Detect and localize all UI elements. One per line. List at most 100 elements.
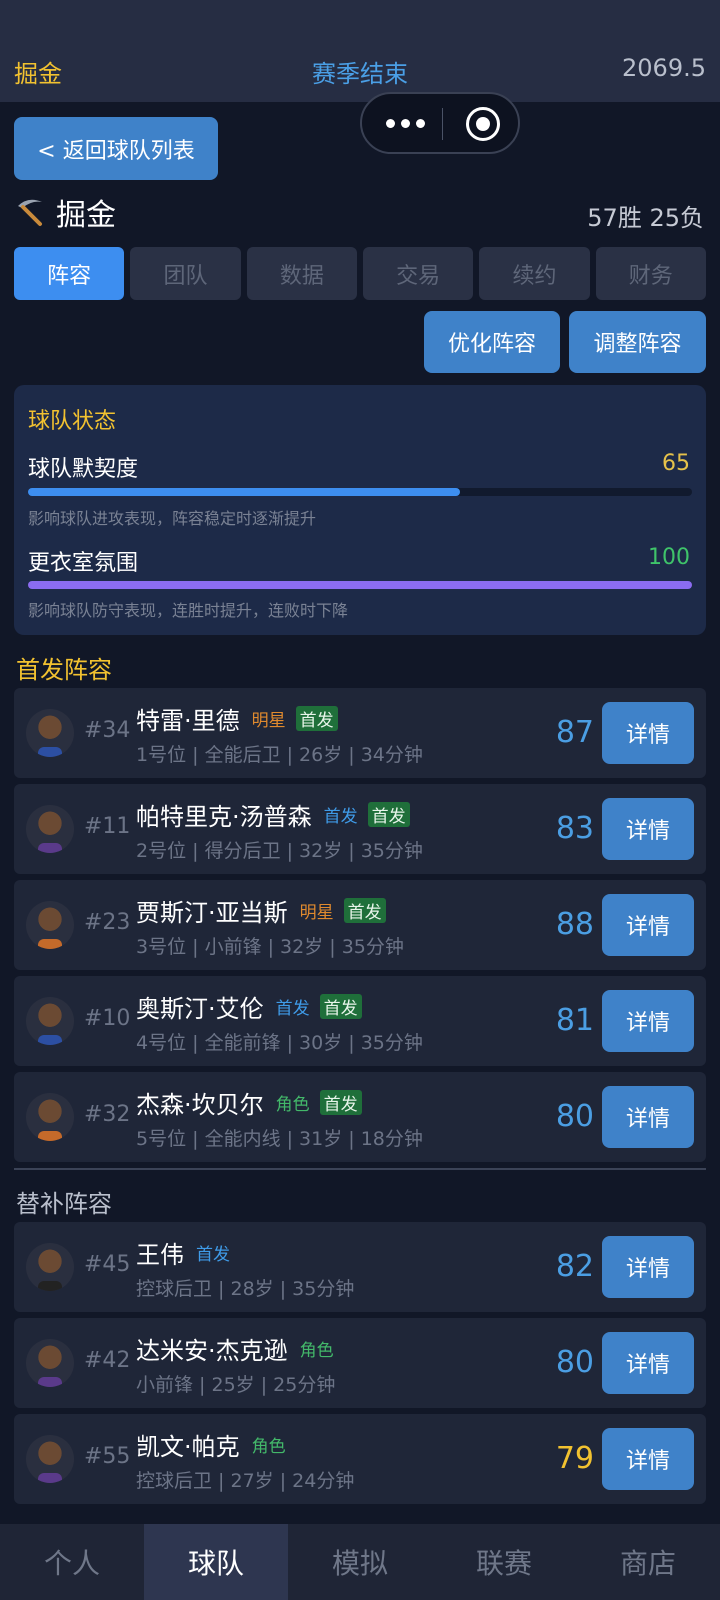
player-tag: 角色 — [275, 1095, 310, 1115]
section-divider — [14, 1168, 706, 1170]
player-detail-button[interactable]: 详情 — [602, 894, 694, 956]
team-name: 掘金 — [56, 198, 116, 233]
player-number: #10 — [84, 1006, 131, 1031]
player-number: #55 — [84, 1444, 131, 1469]
player-detail-button[interactable]: 详情 — [602, 1332, 694, 1394]
player-tag: 明星 — [299, 903, 334, 923]
player-name: 特雷·里德 — [136, 707, 240, 735]
close-miniprogram-icon[interactable] — [466, 107, 500, 141]
starter-badge: 首发 — [319, 994, 362, 1019]
player-tag: 首发 — [196, 1245, 230, 1265]
starter-row[interactable]: #10 奥斯汀·艾伦 首发 首发 4号位 | 全能前锋 | 30岁 | 35分钟 8… — [14, 976, 706, 1066]
player-name-line: 贾斯汀·亚当斯 明星 首发 — [136, 893, 386, 928]
player-name: 达米安·杰克逊 — [136, 1337, 288, 1365]
starter-badge: 首发 — [319, 1090, 362, 1115]
starter-badge: 首发 — [367, 802, 410, 827]
chemistry-bar — [28, 488, 692, 496]
player-name: 杰森·坎贝尔 — [136, 1091, 264, 1119]
player-meta: 小前锋 | 25岁 | 25分钟 — [136, 1374, 336, 1396]
nav-personal[interactable]: 个人 — [0, 1524, 144, 1600]
player-meta: 4号位 | 全能前锋 | 30岁 | 35分钟 — [136, 1032, 423, 1054]
player-meta: 1号位 | 全能后卫 | 26岁 | 34分钟 — [136, 744, 423, 766]
player-number: #42 — [84, 1348, 131, 1373]
player-meta: 控球后卫 | 27岁 | 24分钟 — [136, 1470, 355, 1492]
status-card-title: 球队状态 — [28, 409, 117, 434]
player-name-line: 王伟 首发 — [136, 1235, 234, 1270]
chemistry-label: 球队默契度 — [28, 457, 139, 482]
back-to-team-list-button[interactable]: < 返回球队列表 — [14, 117, 218, 180]
capsule-divider — [442, 108, 443, 140]
player-name-line: 凯文·帕克 角色 — [136, 1427, 290, 1462]
starter-badge: 首发 — [295, 706, 338, 731]
optimize-roster-button[interactable]: 优化阵容 — [424, 311, 560, 373]
player-name-line: 奥斯汀·艾伦 首发 首发 — [136, 989, 362, 1024]
player-meta: 2号位 | 得分后卫 | 32岁 | 35分钟 — [136, 840, 423, 862]
tab-stats[interactable]: 数据 — [246, 247, 357, 300]
player-rating: 88 — [555, 907, 594, 942]
player-meta: 3号位 | 小前锋 | 32岁 | 35分钟 — [136, 936, 404, 958]
player-avatar — [26, 805, 74, 853]
bench-row[interactable]: #42 达米安·杰克逊 角色 小前锋 | 25岁 | 25分钟 80 详情 — [14, 1318, 706, 1408]
player-rating: 82 — [555, 1249, 594, 1284]
player-avatar — [26, 1243, 74, 1291]
bottom-nav: 个人 球队 模拟 联赛 商店 — [0, 1524, 720, 1600]
player-name: 贾斯汀·亚当斯 — [136, 899, 288, 927]
tab-trade[interactable]: 交易 — [362, 247, 474, 300]
player-meta: 5号位 | 全能内线 | 31岁 | 18分钟 — [136, 1128, 423, 1150]
player-rating: 87 — [555, 715, 594, 750]
season-status: 赛季结束 — [312, 60, 408, 88]
chemistry-desc: 影响球队进攻表现，阵容稳定时逐渐提升 — [28, 509, 317, 528]
morale-value: 100 — [648, 545, 690, 570]
player-tag: 首发 — [323, 807, 358, 827]
player-avatar — [26, 1339, 74, 1387]
bench-row[interactable]: #55 凯文·帕克 角色 控球后卫 | 27岁 | 24分钟 79 详情 — [14, 1414, 706, 1504]
player-detail-button[interactable]: 详情 — [602, 798, 694, 860]
team-status-card: 球队状态 球队默契度 65 影响球队进攻表现，阵容稳定时逐渐提升 更衣室氛围 1… — [14, 385, 706, 635]
nav-simulate[interactable]: 模拟 — [288, 1524, 432, 1600]
player-avatar — [26, 1435, 74, 1483]
nav-league[interactable]: 联赛 — [432, 1524, 576, 1600]
morale-desc: 影响球队防守表现，连胜时提升，连败时下降 — [28, 601, 349, 620]
starter-row[interactable]: #23 贾斯汀·亚当斯 明星 首发 3号位 | 小前锋 | 32岁 | 35分钟 8… — [14, 880, 706, 970]
more-icon[interactable] — [386, 111, 430, 135]
player-detail-button[interactable]: 详情 — [602, 702, 694, 764]
tab-finance[interactable]: 财务 — [595, 247, 706, 300]
starter-row[interactable]: #11 帕特里克·汤普森 首发 首发 2号位 | 得分后卫 | 32岁 | 35分钟… — [14, 784, 706, 874]
morale-label: 更衣室氛围 — [28, 551, 139, 576]
player-name: 奥斯汀·艾伦 — [136, 995, 264, 1023]
player-number: #45 — [84, 1252, 131, 1277]
team-title: 掘金 — [14, 192, 116, 233]
player-tag: 角色 — [299, 1341, 334, 1361]
tab-contract[interactable]: 续约 — [479, 247, 590, 300]
morale-bar-fill — [28, 581, 692, 589]
starters-title: 首发阵容 — [16, 656, 112, 684]
player-avatar — [26, 901, 74, 949]
tab-team[interactable]: 团队 — [130, 247, 241, 300]
tab-roster[interactable]: 阵容 — [14, 247, 125, 300]
player-detail-button[interactable]: 详情 — [602, 1236, 694, 1298]
player-detail-button[interactable]: 详情 — [602, 1428, 694, 1490]
nav-shop[interactable]: 商店 — [576, 1524, 720, 1600]
bench-row[interactable]: #45 王伟 首发 控球后卫 | 28岁 | 35分钟 82 详情 — [14, 1222, 706, 1312]
nav-team[interactable]: 球队 — [144, 1524, 288, 1600]
morale-bar — [28, 581, 692, 589]
player-name-line: 特雷·里德 明星 首发 — [136, 701, 338, 736]
player-avatar — [26, 1093, 74, 1141]
starter-row[interactable]: #32 杰森·坎贝尔 角色 首发 5号位 | 全能内线 | 31岁 | 18分钟 8… — [14, 1072, 706, 1162]
player-number: #32 — [84, 1102, 131, 1127]
player-name: 凯文·帕克 — [136, 1433, 240, 1461]
player-rating: 80 — [555, 1099, 594, 1134]
adjust-roster-button[interactable]: 调整阵容 — [569, 311, 706, 373]
starter-row[interactable]: #34 特雷·里德 明星 首发 1号位 | 全能后卫 | 26岁 | 34分钟 87… — [14, 688, 706, 778]
player-name-line: 杰森·坎贝尔 角色 首发 — [136, 1085, 362, 1120]
player-tag: 首发 — [275, 999, 310, 1019]
player-tag: 角色 — [251, 1437, 286, 1457]
player-meta: 控球后卫 | 28岁 | 35分钟 — [136, 1278, 355, 1300]
player-rating: 83 — [555, 811, 594, 846]
player-name-line: 达米安·杰克逊 角色 — [136, 1331, 338, 1366]
player-detail-button[interactable]: 详情 — [602, 990, 694, 1052]
chemistry-value: 65 — [662, 451, 690, 476]
player-name-line: 帕特里克·汤普森 首发 首发 — [136, 797, 410, 832]
player-detail-button[interactable]: 详情 — [602, 1086, 694, 1148]
chemistry-bar-fill — [28, 488, 460, 496]
